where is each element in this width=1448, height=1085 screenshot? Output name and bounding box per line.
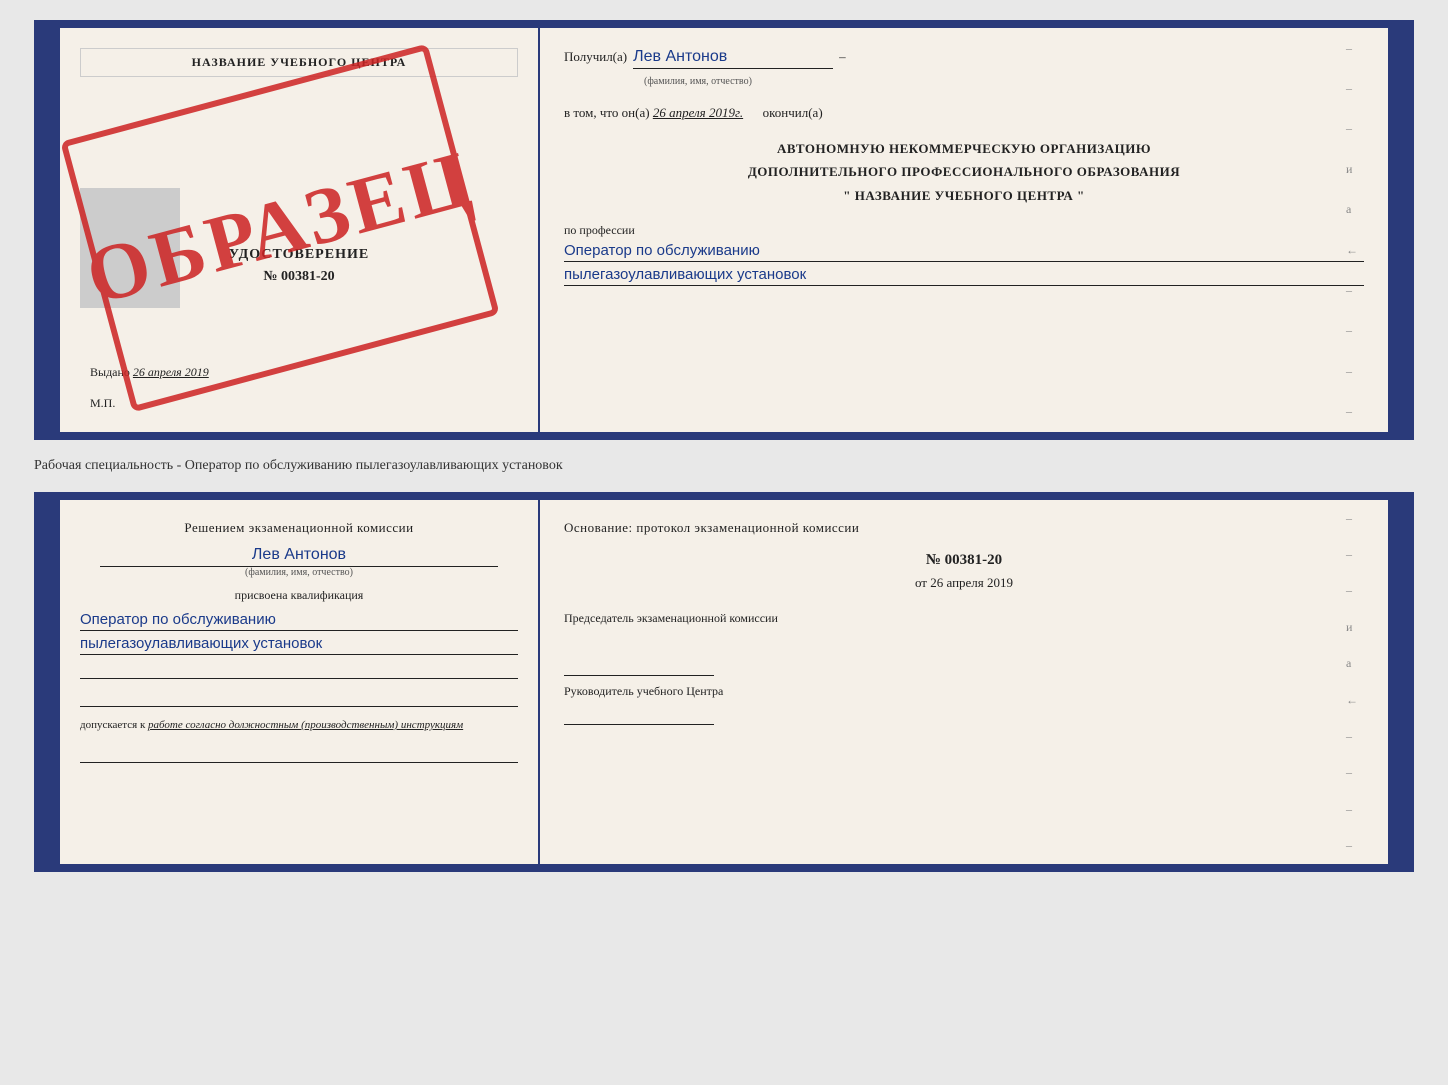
right-spine-cert — [1388, 28, 1406, 432]
certificate-document: НАЗВАНИЕ УЧЕБНОГО ЦЕНТРА ОБРАЗЕЦ УДОСТОВ… — [34, 20, 1414, 440]
qual-left-spine — [42, 500, 60, 864]
qualification-assigned: присвоена квалификация — [80, 588, 518, 603]
qualification-value-1: Оператор по обслуживанию — [80, 611, 518, 631]
qual-fio-subtitle: (фамилия, имя, отчество) — [80, 567, 518, 578]
in-that-line: в том, что он(а) 26 апреля 2019г. окончи… — [564, 105, 1364, 121]
cert-left-panel: НАЗВАНИЕ УЧЕБНОГО ЦЕНТРА ОБРАЗЕЦ УДОСТОВ… — [60, 28, 540, 432]
decision-text: Решением экзаменационной комиссии — [80, 520, 518, 536]
profession-label: по профессии — [564, 223, 1364, 238]
допускается-value: работе согласно должностным (производств… — [148, 719, 463, 731]
chairman-signature-line — [564, 656, 714, 676]
right-spine-qual — [1388, 500, 1406, 864]
blank-line-2 — [80, 687, 518, 707]
qualification-value-2: пылегазоулавливающих установок — [80, 635, 518, 655]
from-date-value: 26 апреля 2019 — [930, 575, 1013, 590]
qual-right-side-dashes: – – – и а ← – – – – — [1346, 500, 1358, 864]
blank-line-1 — [80, 659, 518, 679]
issued-date-value: 26 апреля 2019 — [133, 365, 209, 379]
dash: – — [839, 49, 846, 65]
institution-block: АВТОНОМНУЮ НЕКОММЕРЧЕСКУЮ ОРГАНИЗАЦИЮ ДО… — [564, 137, 1364, 207]
допускается-block: допускается к работе согласно должностны… — [80, 719, 518, 731]
допускается-prefix: допускается к — [80, 719, 145, 731]
page-container: НАЗВАНИЕ УЧЕБНОГО ЦЕНТРА ОБРАЗЕЦ УДОСТОВ… — [34, 20, 1414, 872]
right-side-dashes: – – – и а ← – – – – — [1346, 28, 1358, 432]
between-label: Рабочая специальность - Оператор по обсл… — [34, 452, 563, 480]
completed-label: окончил(а) — [763, 105, 823, 120]
training-center-title: НАЗВАНИЕ УЧЕБНОГО ЦЕНТРА — [80, 48, 518, 77]
institution-line2: ДОПОЛНИТЕЛЬНОГО ПРОФЕССИОНАЛЬНОГО ОБРАЗО… — [564, 160, 1364, 183]
fio-subtitle-cert: (фамилия, имя, отчество) — [644, 71, 1364, 89]
from-prefix: от — [915, 575, 927, 590]
photo-placeholder — [80, 188, 180, 308]
director-signature-line — [564, 705, 714, 725]
received-row: Получил(а) Лев Антонов – — [564, 48, 1364, 69]
received-prefix: Получил(а) — [564, 49, 627, 65]
date-completed: 26 апреля 2019г. — [653, 105, 743, 120]
institution-line1: АВТОНОМНУЮ НЕКОММЕРЧЕСКУЮ ОРГАНИЗАЦИЮ — [564, 137, 1364, 160]
institution-line3: " НАЗВАНИЕ УЧЕБНОГО ЦЕНТРА " — [564, 184, 1364, 207]
profession-value-1: Оператор по обслуживанию — [564, 242, 1364, 262]
protocol-number: № 00381-20 — [564, 552, 1364, 569]
qual-right-panel: Основание: протокол экзаменационной коми… — [540, 500, 1388, 864]
blank-line-3 — [80, 743, 518, 763]
profession-value-2: пылегазоулавливающих установок — [564, 266, 1364, 286]
qual-left-panel: Решением экзаменационной комиссии Лев Ан… — [60, 500, 540, 864]
qualification-document: Решением экзаменационной комиссии Лев Ан… — [34, 492, 1414, 872]
received-name: Лев Антонов — [633, 48, 833, 69]
issued-label: Выдано — [90, 365, 130, 379]
from-date: от 26 апреля 2019 — [564, 575, 1364, 591]
osnov-text: Основание: протокол экзаменационной коми… — [564, 520, 1364, 536]
in-that-text: в том, что он(а) — [564, 105, 650, 120]
chairman-label: Председатель экзаменационной комиссии — [564, 611, 1364, 626]
person-name-qual: Лев Антонов — [100, 546, 498, 567]
left-spine — [42, 28, 60, 432]
cert-right-panel: Получил(а) Лев Антонов – (фамилия, имя, … — [540, 28, 1388, 432]
issued-date: Выдано 26 апреля 2019 — [80, 365, 518, 380]
director-label: Руководитель учебного Центра — [564, 684, 1364, 699]
mp-label: М.П. — [80, 396, 518, 411]
